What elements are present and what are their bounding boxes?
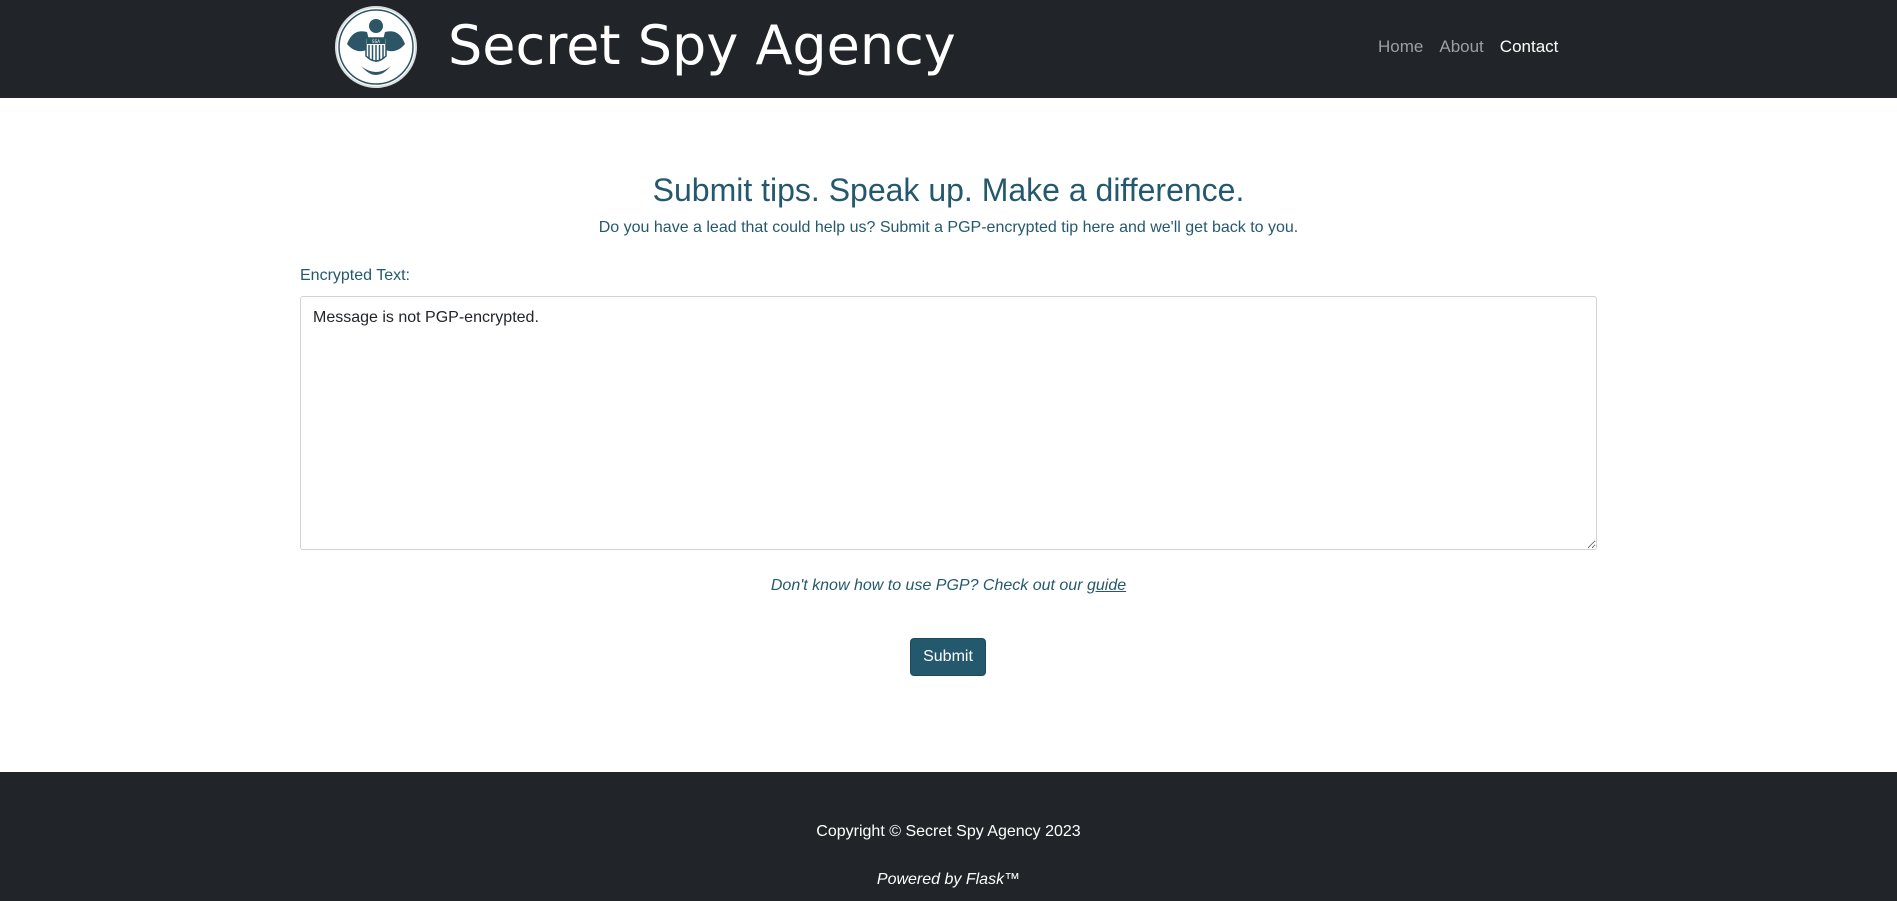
nav-home[interactable]: Home [1378,36,1423,58]
guide-hint: Don't know how to use PGP? Check out our… [0,575,1897,597]
encrypted-text-label: Encrypted Text: [300,267,410,284]
navbar: SSA Secret Spy Agency Home About Contact [0,0,1897,98]
logo-text: SSA [372,39,380,44]
encrypted-text-input[interactable]: Message is not PGP-encrypted. [300,296,1597,550]
logo-svg: SSA [338,9,414,85]
nav-contact[interactable]: Contact [1500,36,1559,58]
footer-copyright: Copyright © Secret Spy Agency 2023 [816,823,1081,840]
nav-links: Home About Contact [1378,36,1558,58]
eagle-seal-icon[interactable]: SSA [335,6,417,88]
nav-about[interactable]: About [1439,36,1483,58]
footer-powered-by: Powered by Flask™ [876,871,1021,888]
guide-link[interactable]: guide [1087,577,1126,594]
submit-button[interactable]: Submit [910,638,986,676]
guide-hint-text: Don't know how to use PGP? Check out our [770,577,1087,594]
page-title: Submit tips. Speak up. Make a difference… [652,172,1245,208]
page-subtitle: Do you have a lead that could help us? S… [598,219,1299,236]
brand-title[interactable]: Secret Spy Agency [448,12,956,80]
